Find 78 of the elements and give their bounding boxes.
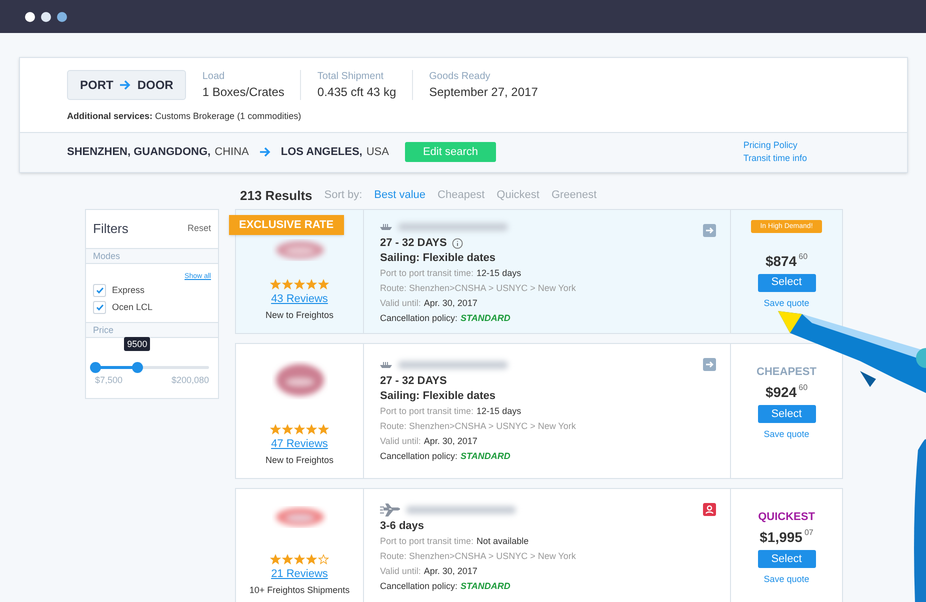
price-cents: 07 [804,527,814,539]
sort-option[interactable]: Quickest [496,187,540,204]
detail-value: Apr. 30, 2017 [424,434,478,448]
origin-country: CHINA [214,144,249,160]
field-value: September 27, 2017 [429,84,538,100]
detail-label: Valid until: [380,434,421,448]
additional-services: Additional services: Customs Brokerage (1 commodities) [67,110,302,123]
policy-link[interactable]: Pricing Policy [743,139,807,152]
detail-label: Port to port transit time: [380,534,474,548]
detail-label: Valid until: [380,564,421,578]
price: $1,995 [760,528,802,547]
route-text: Route: Shenzhen>CNSHA > USNYC > New York [380,282,577,294]
select-button[interactable]: Select [758,274,816,292]
destination-type: DOOR [137,77,174,94]
detail-value: 12-15 days [476,404,522,418]
destination-country: USA [366,144,389,160]
price: $874 [765,252,797,270]
detail-value: 12-15 days [476,266,522,280]
detail-label: Cancellation policy: [380,580,458,593]
price: $924 [765,383,797,402]
vendor-note: 10+ Freightos Shipments [249,584,350,597]
policy-value: STANDARD [460,312,510,324]
detail-value: Not available [476,534,529,548]
save-quote-link[interactable]: Save quote [764,296,810,310]
mode-label: Ocen LCL [112,300,153,314]
save-quote-link[interactable]: Save quote [764,428,810,442]
origin-type: PORT [80,77,114,94]
reviews-link[interactable]: 47 Reviews [271,436,328,452]
modes-header: Modes [86,248,218,264]
detail-label: Cancellation policy: [380,450,458,463]
sailing-info: Sailing: Flexible dates [380,250,497,266]
field-label: Total Shipment [317,70,385,84]
detail-label: Port to port transit time: [380,266,474,280]
transit-duration: 27 - 32 DAYS [380,374,447,389]
sort-option[interactable]: Greenest [551,187,597,204]
transit-duration: 3-6 days [380,518,424,534]
price-cents: 60 [798,382,808,394]
sort-option[interactable]: Best value [374,187,426,204]
price-min: $7,500 [95,374,123,387]
price-cents: 60 [798,250,808,262]
price-header: Price [86,322,218,338]
origin-city: SHENZHEN, GUANGDONG, [67,144,211,160]
results-count: 213 Results [240,186,312,205]
vendor-note: New to Freightos [265,309,334,322]
policy-link[interactable]: Transit time info [743,152,807,165]
save-quote-link[interactable]: Save quote [764,573,810,586]
field-label: Goods Ready [429,70,492,84]
transit-duration: 27 - 32 DAYS [380,236,447,251]
filters-title: Filters [93,220,128,238]
select-button[interactable]: Select [758,550,816,568]
sailing-info: Sailing: Flexible dates [380,388,497,404]
policy-value: STANDARD [460,580,510,592]
select-button[interactable]: Select [758,405,816,423]
field-value: 1 Boxes/Crates [202,84,284,100]
detail-value: Apr. 30, 2017 [424,296,478,310]
edit-search-button[interactable]: Edit search [404,142,496,162]
route-text: Route: Shenzhen>CNSHA > USNYC > New York [380,420,577,432]
reviews-link[interactable]: 43 Reviews [271,290,328,307]
price-max: $200,080 [171,374,209,387]
vendor-note: New to Freightos [265,454,334,467]
detail-label: Valid until: [380,296,421,310]
detail-label: Cancellation policy: [380,312,458,325]
destination-city: LOS ANGELES, [280,144,362,160]
reset-link[interactable]: Reset [187,222,211,236]
field-value: 0.435 cft 43 kg [317,84,396,100]
mode-label: Express [112,284,145,297]
price-tooltip: 9500 [124,337,150,351]
route-text: Route: Shenzhen>CNSHA > USNYC > New York [380,550,577,562]
sort-label: Sort by: [324,188,362,204]
detail-label: Port to port transit time: [380,404,474,418]
reviews-link[interactable]: 21 Reviews [271,566,328,582]
price-tag-label: CHEAPEST [756,364,816,380]
price-tag-label: QUICKEST [758,510,815,524]
field-label: Load [202,70,226,84]
policy-value: STANDARD [460,450,510,462]
exclusive-rate-ribbon: EXCLUSIVE RATE [229,214,344,234]
detail-value: Apr. 30, 2017 [424,564,478,578]
sort-option[interactable]: Cheapest [438,187,485,204]
